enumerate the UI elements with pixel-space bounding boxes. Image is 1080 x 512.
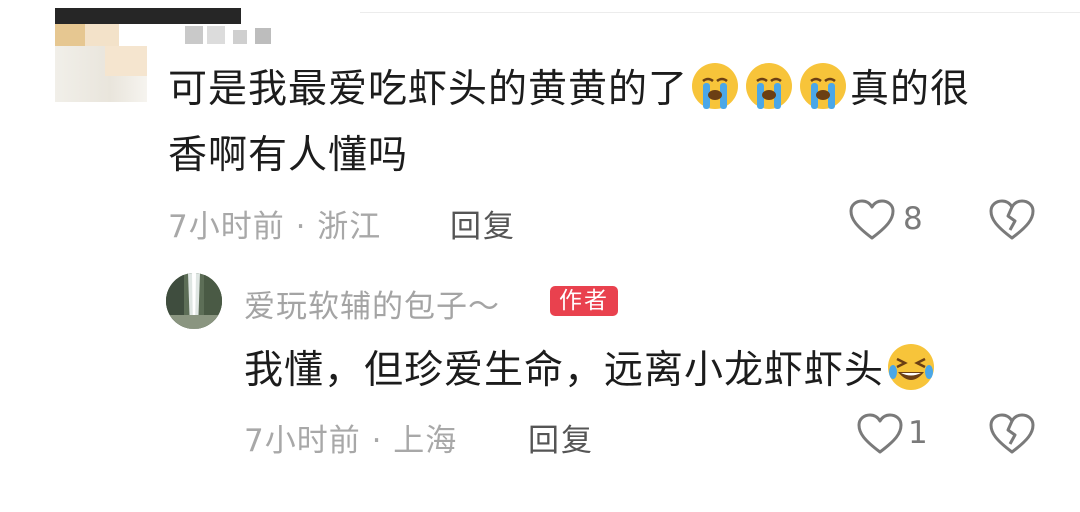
- broken-heart-icon: [989, 199, 1035, 240]
- reply-username[interactable]: 爱玩软辅的包子～: [244, 281, 500, 326]
- comment-like-button[interactable]: [848, 198, 896, 242]
- redacted-username-bar: [55, 8, 241, 24]
- blurred-avatar: [55, 24, 147, 102]
- comment-text-line2: 香啊有人懂吗: [168, 133, 409, 178]
- reply-dislike-button[interactable]: [988, 412, 1036, 456]
- crying-emoji-icon: [690, 61, 740, 111]
- reply-like-button[interactable]: [856, 412, 904, 456]
- reply-body: 我懂，但珍爱生命，远离小龙虾虾头: [244, 338, 1024, 404]
- comment-like-count: 8: [903, 201, 923, 237]
- author-badge: 作者: [550, 286, 618, 316]
- reply-avatar[interactable]: [166, 273, 222, 329]
- comment-text-part1: 可是我最爱吃虾头的黄黄的了: [168, 67, 689, 112]
- comment-body: 可是我最爱吃虾头的黄黄的了 真的很 香啊有人懂吗: [168, 57, 1048, 189]
- heart-icon: [857, 413, 903, 454]
- crying-emoji-icon: [798, 61, 848, 111]
- heart-icon: [849, 199, 895, 240]
- comment-time-location: 7小时前 · 浙江: [168, 209, 382, 245]
- crying-emoji-icon: [744, 61, 794, 111]
- reply-reply-button[interactable]: 回复: [528, 415, 594, 460]
- reply-like-count: 1: [908, 415, 928, 451]
- broken-heart-icon: [989, 413, 1035, 454]
- comment-text-part2: 真的很: [850, 67, 971, 112]
- reply-time-location: 7小时前 · 上海: [244, 423, 458, 459]
- reply-text: 我懂，但珍爱生命，远离小龙虾虾头: [244, 348, 885, 393]
- comment-reply-button[interactable]: 回复: [450, 201, 516, 246]
- divider: [360, 12, 1080, 13]
- laughing-crying-emoji-icon: [886, 342, 936, 392]
- comment-dislike-button[interactable]: [988, 198, 1036, 242]
- blurred-name-mosaic: [185, 26, 277, 44]
